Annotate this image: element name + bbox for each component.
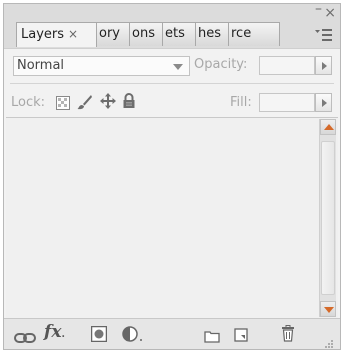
tab-history[interactable]: ory [96,22,130,46]
layer-style-fx-icon[interactable]: fx. [44,322,65,342]
lock-label: Lock: [11,95,46,110]
tab-source[interactable]: rce [228,22,280,46]
opacity-slider-button[interactable] [315,56,332,75]
layers-list[interactable] [6,117,338,319]
tab-label: rce [231,26,252,41]
tab-label: ets [165,26,185,41]
opacity-label: Opacity: [194,57,248,72]
add-mask-icon[interactable] [90,325,108,346]
panel-menu-icon[interactable] [312,26,334,44]
fill-slider-button[interactable] [315,93,332,112]
panel-header: – × Layers × ory ons ets hes rce [4,2,340,48]
lock-fill-row: Lock: Fill: [4,89,340,115]
new-layer-icon[interactable] [234,327,250,346]
tab-presets[interactable]: ets [162,22,196,46]
adjustment-layer-icon[interactable] [122,326,144,346]
fx-label: fx [44,322,62,342]
lock-image-pixels-brush-icon[interactable] [76,93,94,115]
layers-content: Normal Opacity: Lock: Fill: [4,48,340,319]
lock-transparent-pixels-icon[interactable] [56,95,70,114]
blend-mode-select[interactable]: Normal [13,56,190,76]
fill-field[interactable] [259,93,315,112]
fill-label: Fill: [230,95,252,110]
chevron-right-icon [322,99,327,107]
arrow-down-icon [324,307,334,313]
tab-close-icon[interactable]: × [68,27,78,41]
scroll-up-button[interactable] [320,119,336,135]
scroll-down-button[interactable] [320,301,336,317]
blend-opacity-row: Normal Opacity: [4,49,340,79]
tab-layers[interactable]: Layers × [16,22,97,47]
resize-grip-icon[interactable] [324,334,334,353]
close-button[interactable]: × [324,6,336,20]
tab-label: hes [198,26,222,41]
blend-mode-value: Normal [17,58,65,73]
delete-trash-icon[interactable] [281,325,295,346]
tab-label: ons [132,26,155,41]
divider [10,83,334,84]
tab-label: ory [99,26,120,41]
layers-panel: – × Layers× ory ons ets hes rce Normal [3,2,341,350]
arrow-up-icon [324,124,334,130]
minimize-button[interactable]: – [315,2,322,16]
tab-brushes[interactable]: hes [195,22,229,46]
tab-actions[interactable]: ons [129,22,163,46]
chevron-down-icon [173,64,183,70]
tab-label: Layers [21,27,65,42]
vertical-scrollbar[interactable] [319,119,336,317]
link-layers-icon[interactable] [14,329,36,348]
chevron-right-icon [322,62,327,70]
opacity-field[interactable] [259,56,315,75]
new-group-folder-icon[interactable] [204,328,220,347]
lock-position-move-icon[interactable] [99,92,117,114]
panel-footer-toolbar: fx. [4,318,340,349]
scrollbar-thumb[interactable] [321,141,335,295]
lock-all-padlock-icon[interactable] [122,93,136,113]
